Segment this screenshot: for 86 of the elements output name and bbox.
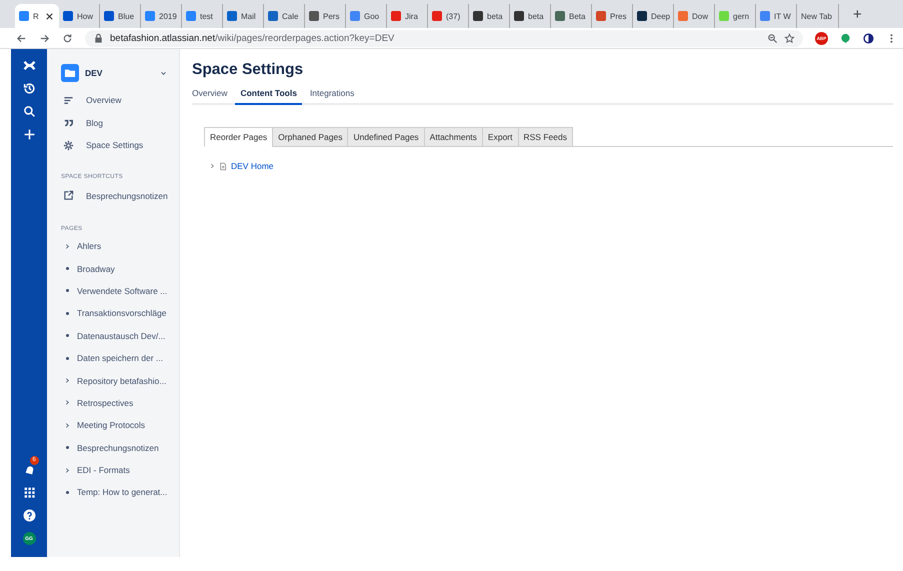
browser-tab[interactable]: Mail [223,4,264,28]
page-title: Space Settings [192,61,304,79]
page-tree-item[interactable]: Temp: How to generat... [61,481,179,504]
page-tree-item[interactable]: Transaktionsvorschläge [61,302,179,325]
browser-tab[interactable]: Deep [633,4,674,28]
page-tab[interactable]: Overview [192,88,228,105]
page-tree-item[interactable]: Verwendete Software ... [61,280,179,302]
page-tree-item[interactable]: Datenaustausch Dev/... [61,324,179,347]
page-tree-item[interactable]: Repository betafashio... [61,369,179,392]
page-link[interactable]: DEV Home [231,161,274,171]
page-tree-item[interactable]: EDI - Formats [61,458,179,482]
browser-tab[interactable]: Beta [551,4,592,28]
browser-tab[interactable]: gern [715,4,756,28]
sidebar-item[interactable]: Overview [61,89,179,112]
bullet-icon [66,446,69,450]
browser-tab[interactable]: New Tab [797,4,839,28]
browser-tab[interactable]: Pers [305,4,346,28]
page-tree-item[interactable]: Retrospectives [61,392,179,414]
history-icon[interactable] [22,82,36,95]
address-bar[interactable]: betafashion.atlassian.net/wiki/pages/reorderpages.action?key=DEV [85,30,803,46]
content-tab[interactable]: Reorder Pages [204,127,274,147]
browser-tab[interactable]: beta [469,4,510,28]
external-link-icon [63,190,74,202]
logo-icon[interactable] [22,59,36,72]
browser-tab[interactable]: (37) [428,4,469,28]
page-tree-item[interactable]: Ahlers [61,235,179,258]
back-icon[interactable] [16,32,27,44]
browser-tab[interactable]: Jira [387,4,428,28]
speech-bubble-icon[interactable] [840,32,851,44]
bullet-icon [66,289,69,292]
browser-tab[interactable]: IT W [756,4,797,28]
page-tab[interactable]: Content Tools [235,88,302,105]
bullet-icon [66,356,69,360]
url-text: betafashion.atlassian.net/wiki/pages/reorderpages.action?key=DEV [110,32,394,44]
reload-icon[interactable] [62,32,73,44]
page-icon [219,162,227,170]
browser-tab[interactable]: Blue [100,4,141,28]
browser-tab[interactable]: R [15,4,59,28]
zoom-out-icon[interactable] [767,32,778,44]
quote-icon [63,117,74,128]
lines-icon [63,94,74,106]
close-icon[interactable] [44,10,55,22]
page-tab[interactable]: Integrations [310,88,354,105]
chevron-right-icon[interactable] [65,242,70,250]
chevron-right-icon[interactable] [65,377,70,384]
browser-tab[interactable]: 2019 [141,4,182,28]
bullet-icon [66,312,69,315]
space-name[interactable]: DEV [85,68,102,78]
browser-tab[interactable]: Cale [264,4,305,28]
shortcut-link[interactable]: Besprechungsnotizen [61,184,179,207]
page-tree-item[interactable]: Besprechungsnotizen [61,436,179,459]
plus-icon[interactable] [22,128,36,141]
lock-icon [93,32,104,44]
content-tab[interactable]: Orphaned Pages [272,127,348,147]
chevron-right-icon[interactable] [65,399,70,406]
gear-icon [63,140,74,151]
star-icon[interactable] [784,32,795,44]
page-tree-item[interactable]: Meeting Protocols [61,414,179,437]
forward-icon[interactable] [39,32,50,44]
sidebar-item[interactable]: Space Settings [61,134,179,156]
folder-icon[interactable] [61,64,79,82]
chevron-right-icon[interactable] [210,163,215,169]
content-tab[interactable]: RSS Feeds [518,127,573,147]
bullet-icon [66,267,69,270]
browser-tab[interactable]: Dow [674,4,715,28]
profile-icon[interactable] [863,32,874,44]
bullet-icon [66,334,69,338]
bullet-icon [66,490,69,494]
new-tab-button[interactable]: + [849,4,866,28]
page-tree-item[interactable]: Daten speichern der ... [61,346,179,370]
browser-tab[interactable]: Goo [346,4,387,28]
browser-tab[interactable]: beta [510,4,551,28]
browser-tab[interactable]: test [182,4,223,28]
browser-tab[interactable]: How [59,4,100,28]
chevron-down-icon[interactable] [160,70,167,76]
page-tree-item[interactable]: Broadway [61,257,179,280]
content-tab[interactable]: Attachments [424,127,483,147]
app-switcher-icon[interactable] [22,486,36,499]
browser-tab[interactable]: Pres [592,4,633,28]
content-tab[interactable]: Undefined Pages [347,127,425,147]
help-icon[interactable] [22,509,36,522]
chevron-right-icon[interactable] [65,422,70,429]
sidebar-item[interactable]: Blog [61,112,179,134]
content-tab[interactable]: Export [482,127,518,147]
search-icon[interactable] [22,105,36,118]
chevron-right-icon[interactable] [65,466,70,474]
